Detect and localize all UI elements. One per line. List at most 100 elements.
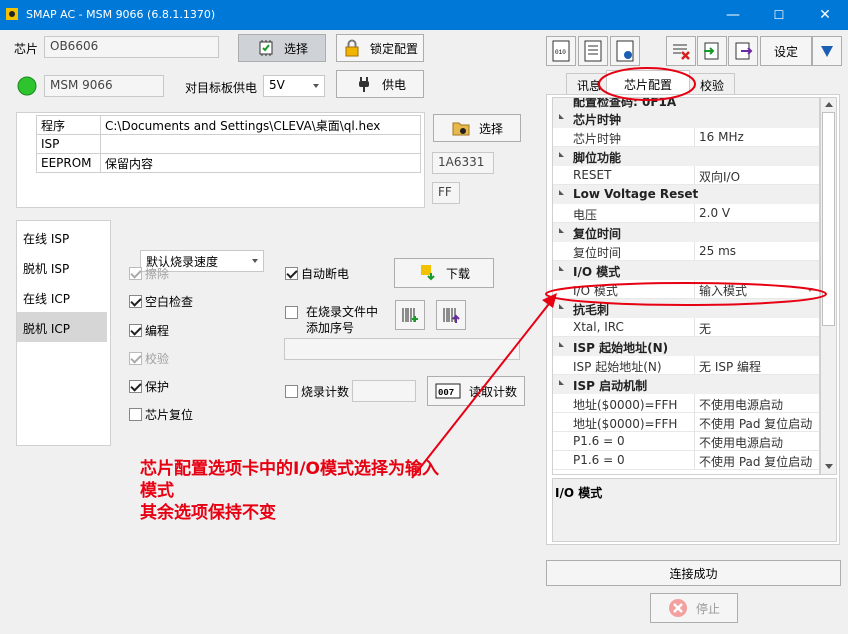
table-row[interactable]: EEPROM 保留内容 <box>36 153 421 173</box>
tab-verify[interactable]: 校验 <box>689 73 736 95</box>
expand-icon[interactable] <box>559 190 564 195</box>
toolbar-binary-button[interactable]: 010 <box>546 36 576 66</box>
serial-field[interactable] <box>284 338 520 360</box>
toolbar-export-button[interactable] <box>728 36 758 66</box>
mode-online-icp[interactable]: 在线 ICP <box>17 282 107 312</box>
chevron-down-icon <box>313 84 319 88</box>
chip-reset-checkbox[interactable]: 芯片复位 <box>129 406 193 423</box>
settings-button[interactable]: 设定 <box>760 36 812 66</box>
property-category[interactable]: 芯片时钟 <box>553 109 819 128</box>
chevron-down-icon[interactable] <box>807 288 813 292</box>
property-category[interactable]: I/O 模式 <box>553 261 819 280</box>
erase-checkbox[interactable]: 擦除 <box>129 265 169 282</box>
scroll-up-icon[interactable] <box>825 102 833 107</box>
barcode-up-button[interactable] <box>436 300 466 330</box>
property-row[interactable]: 电压 2.0 V <box>553 204 819 223</box>
property-category[interactable]: 脚位功能 <box>553 147 819 166</box>
mode-offline-isp[interactable]: 脱机 ISP <box>17 252 107 282</box>
file-path: 保留内容 <box>100 153 421 173</box>
column-divider <box>694 432 695 451</box>
status-button[interactable]: 连接成功 <box>546 560 841 586</box>
table-row[interactable]: 程序 C:\Documents and Settings\CLEVA\桌面\ql… <box>36 115 421 135</box>
burn-count-checkbox[interactable]: 烧录计数 <box>285 383 349 400</box>
property-value[interactable]: 不使用电源启动 <box>699 434 783 451</box>
program-checkbox[interactable]: 编程 <box>129 322 169 339</box>
chip-select-button[interactable]: 选择 <box>238 34 326 62</box>
property-value[interactable]: 双向I/O <box>699 168 740 185</box>
download-button[interactable]: 下载 <box>394 258 494 288</box>
property-value[interactable]: 无 ISP 编程 <box>699 358 761 375</box>
property-value[interactable]: 无 <box>699 320 711 337</box>
toolbar-list-button[interactable] <box>578 36 608 66</box>
verify-checkbox[interactable]: 校验 <box>129 350 169 367</box>
property-row[interactable]: I/O 模式 输入模式 <box>553 280 819 299</box>
description-pane: I/O 模式 <box>552 478 837 542</box>
property-category-label: ISP 启动机制 <box>573 379 648 393</box>
toolbar-config-button[interactable] <box>610 36 640 66</box>
table-row[interactable]: ISP <box>36 134 421 154</box>
expand-icon[interactable] <box>559 380 564 385</box>
property-row[interactable]: 复位时间 25 ms <box>553 242 819 261</box>
property-category[interactable]: ISP 启动机制 <box>553 375 819 394</box>
property-value[interactable]: 输入模式 <box>699 282 747 299</box>
power-voltage-select[interactable]: 5V <box>263 75 325 97</box>
property-category[interactable]: Low Voltage Reset <box>553 185 819 204</box>
scroll-thumb[interactable] <box>822 112 835 326</box>
minimize-button[interactable]: — <box>710 0 756 30</box>
close-button[interactable]: ✕ <box>802 0 848 30</box>
column-divider <box>694 451 695 470</box>
property-value[interactable]: 不使用电源启动 <box>699 396 783 413</box>
maximize-button[interactable]: ☐ <box>756 0 802 30</box>
property-row[interactable]: RESET 双向I/O <box>553 166 819 185</box>
property-row[interactable]: 地址($0000)=FFH 不使用 Pad 复位启动 <box>553 413 819 432</box>
property-category[interactable]: 抗毛刺 <box>553 299 819 318</box>
lock-config-button[interactable]: 锁定配置 <box>336 34 424 62</box>
property-value[interactable]: 16 MHz <box>699 130 744 144</box>
expand-icon[interactable] <box>559 304 564 309</box>
protect-checkbox[interactable]: 保护 <box>129 378 169 395</box>
property-value[interactable]: 2.0 V <box>699 206 730 220</box>
property-row[interactable]: P1.6 = 0 不使用电源启动 <box>553 432 819 451</box>
stop-button[interactable]: 停止 <box>650 593 738 623</box>
scroll-down-icon[interactable] <box>825 464 833 469</box>
expand-icon[interactable] <box>559 114 564 119</box>
property-value[interactable]: 不使用 Pad 复位启动 <box>699 415 812 432</box>
auto-power-off-checkbox[interactable]: 自动断电 <box>285 265 349 282</box>
settings-dropdown-button[interactable] <box>812 36 842 66</box>
add-serial-checkbox[interactable] <box>285 306 301 320</box>
column-divider <box>694 356 695 375</box>
chip-select-label: 选择 <box>283 41 308 56</box>
erase-label: 擦除 <box>145 267 170 281</box>
mode-online-isp[interactable]: 在线 ISP <box>17 222 107 252</box>
property-row[interactable]: Xtal, IRC 无 <box>553 318 819 337</box>
property-row[interactable]: P1.6 = 0 不使用 Pad 复位启动 <box>553 451 819 470</box>
plug-icon <box>358 77 369 92</box>
svg-text:010: 010 <box>555 49 566 56</box>
property-value[interactable]: 不使用 Pad 复位启动 <box>699 453 812 470</box>
property-scrollbar[interactable] <box>820 97 837 475</box>
property-category[interactable]: ISP 起始地址(N) <box>553 337 819 356</box>
mode-offline-icp[interactable]: 脱机 ICP <box>17 312 107 342</box>
expand-icon[interactable] <box>559 266 564 271</box>
barcode-add-button[interactable] <box>395 300 425 330</box>
property-row[interactable]: 地址($0000)=FFH 不使用电源启动 <box>553 394 819 413</box>
toolbar-delete-button[interactable] <box>666 36 696 66</box>
expand-icon[interactable] <box>559 228 564 233</box>
property-value[interactable]: 25 ms <box>699 244 736 258</box>
toolbar-import-button[interactable] <box>697 36 727 66</box>
column-divider <box>694 242 695 261</box>
property-row[interactable]: ISP 起始地址(N) 无 ISP 编程 <box>553 356 819 375</box>
column-divider <box>694 166 695 185</box>
read-count-button[interactable]: 007 读取计数 <box>427 376 525 406</box>
property-row[interactable]: 芯片时钟 16 MHz <box>553 128 819 147</box>
stop-label: 停止 <box>695 601 720 616</box>
file-select-button[interactable]: 选择 <box>433 114 521 142</box>
property-category[interactable]: 复位时间 <box>553 223 819 242</box>
expand-icon[interactable] <box>559 152 564 157</box>
blank-check-checkbox[interactable]: 空白检查 <box>129 293 193 310</box>
expand-icon[interactable] <box>559 342 564 347</box>
power-button[interactable]: 供电 <box>336 70 424 98</box>
chip-field: OB6606 <box>44 36 219 58</box>
tab-chip-config[interactable]: 芯片配置 <box>606 70 690 96</box>
property-grid[interactable]: 配置检查码: 0F1A 芯片时钟 芯片时钟 16 MHz 脚位功能 RESET 双向I/O… <box>552 97 820 475</box>
